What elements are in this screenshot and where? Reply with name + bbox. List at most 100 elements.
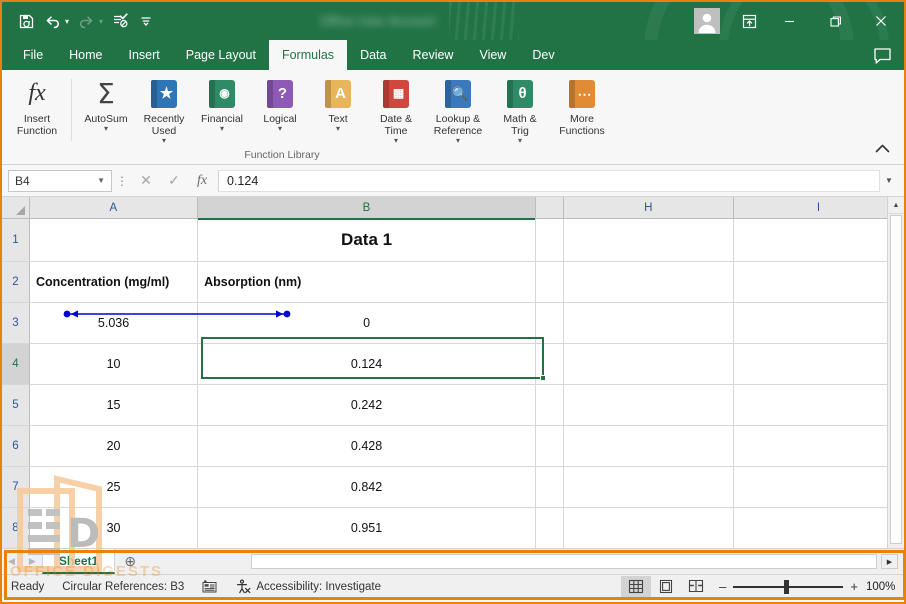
redo-icon[interactable] <box>74 8 98 34</box>
vertical-scrollbar-thumb[interactable] <box>890 215 902 544</box>
cell-a5[interactable]: 15 <box>30 385 199 425</box>
row-header-4[interactable]: 4 <box>2 344 30 384</box>
zoom-slider-track[interactable] <box>733 579 844 594</box>
cell-c4[interactable] <box>536 344 564 384</box>
cell-a8[interactable]: 30 <box>30 508 199 548</box>
cell-i3[interactable] <box>734 303 904 343</box>
redo-dropdown-caret[interactable]: ▾ <box>99 17 106 26</box>
cell-b5[interactable]: 0.242 <box>198 385 537 425</box>
cell-c5[interactable] <box>536 385 564 425</box>
tab-developer[interactable]: Dev <box>519 40 555 70</box>
cancel-icon[interactable]: ✕ <box>132 170 160 192</box>
select-all-corner[interactable] <box>2 197 30 218</box>
tab-insert[interactable]: Insert <box>116 40 173 70</box>
column-header-h[interactable]: H <box>564 197 734 219</box>
math-trig-button[interactable]: θ Math & Trig ▾ <box>491 75 549 145</box>
cell-h1[interactable] <box>564 219 734 261</box>
cell-b8[interactable]: 0.951 <box>198 508 537 548</box>
cell-h7[interactable] <box>564 467 734 507</box>
chevron-down-icon[interactable]: ▾ <box>104 125 108 133</box>
tab-file[interactable]: File <box>10 40 56 70</box>
undo-dropdown-caret[interactable]: ▾ <box>65 17 72 26</box>
tab-formulas[interactable]: Formulas <box>268 40 348 70</box>
row-header-5[interactable]: 5 <box>2 385 30 425</box>
zoom-out-button[interactable]: – <box>719 579 726 594</box>
autosum-button[interactable]: Σ AutoSum ▾ <box>77 75 135 132</box>
save-icon[interactable] <box>14 8 38 34</box>
zoom-in-button[interactable]: + <box>850 579 858 594</box>
cell-b1[interactable]: Data 1 <box>198 219 537 261</box>
cell-b6[interactable]: 0.428 <box>198 426 537 466</box>
comments-icon[interactable] <box>860 40 904 70</box>
name-box[interactable]: B4 ▼ <box>8 169 112 192</box>
cell-h8[interactable] <box>564 508 734 548</box>
chevron-down-icon[interactable]: ▾ <box>220 125 224 133</box>
cell-i4[interactable] <box>734 344 904 384</box>
column-header-narrow[interactable] <box>536 197 564 219</box>
cell-h4[interactable] <box>564 344 734 384</box>
tab-page-layout[interactable]: Page Layout <box>173 40 269 70</box>
horizontal-scrollbar[interactable]: ▶ <box>145 549 904 574</box>
chevron-down-icon[interactable]: ▼ <box>97 176 105 185</box>
formula-input[interactable]: 0.124 <box>218 169 880 192</box>
insert-function-icon[interactable]: fx <box>188 170 216 192</box>
expand-formula-bar-icon[interactable]: ▼ <box>880 176 898 185</box>
view-page-break-button[interactable] <box>681 576 711 598</box>
logical-button[interactable]: ? Logical ▾ <box>251 75 309 133</box>
enter-icon[interactable]: ✓ <box>160 170 188 192</box>
text-button[interactable]: A Text ▾ <box>309 75 367 133</box>
row-header-6[interactable]: 6 <box>2 426 30 466</box>
zoom-level-label[interactable]: 100% <box>866 581 904 593</box>
previous-sheet-icon[interactable]: ◀ <box>8 556 15 567</box>
financial-button[interactable]: ◉ Financial ▾ <box>193 75 251 133</box>
cell-h3[interactable] <box>564 303 734 343</box>
cell-h6[interactable] <box>564 426 734 466</box>
cell-h5[interactable] <box>564 385 734 425</box>
cell-a6[interactable]: 20 <box>30 426 199 466</box>
cell-h2[interactable] <box>564 262 734 302</box>
insert-function-button[interactable]: fx Insert Function <box>8 75 66 137</box>
tab-review[interactable]: Review <box>399 40 466 70</box>
collapse-ribbon-icon[interactable] <box>875 142 890 156</box>
chevron-down-icon[interactable]: ▾ <box>278 125 282 133</box>
cell-c8[interactable] <box>536 508 564 548</box>
view-page-layout-button[interactable] <box>651 576 681 598</box>
chevron-down-icon[interactable]: ▾ <box>336 125 340 133</box>
row-header-7[interactable]: 7 <box>2 467 30 507</box>
cell-c2[interactable] <box>536 262 564 302</box>
cell-a4[interactable]: 10 <box>30 344 199 384</box>
next-sheet-icon[interactable]: ▶ <box>29 556 36 567</box>
cell-c3[interactable] <box>536 303 564 343</box>
row-header-2[interactable]: 2 <box>2 262 30 302</box>
tab-home[interactable]: Home <box>56 40 115 70</box>
tab-view[interactable]: View <box>466 40 519 70</box>
close-button[interactable] <box>858 2 904 40</box>
ribbon-display-options-icon[interactable] <box>732 2 766 40</box>
avatar[interactable] <box>694 8 720 34</box>
cell-a7[interactable]: 25 <box>30 467 199 507</box>
cell-i2[interactable] <box>734 262 904 302</box>
zoom-slider[interactable]: – + <box>711 579 866 594</box>
undo-icon[interactable] <box>40 8 64 34</box>
chevron-down-icon[interactable]: ▾ <box>162 137 166 145</box>
chevron-down-icon[interactable]: ▾ <box>394 137 398 145</box>
row-header-1[interactable]: 1 <box>2 219 30 261</box>
tab-data[interactable]: Data <box>347 40 399 70</box>
row-header-8[interactable]: 8 <box>2 508 30 548</box>
status-circular-references[interactable]: Circular References: B3 <box>53 581 193 593</box>
maximize-restore-button[interactable] <box>812 2 858 40</box>
column-header-a[interactable]: A <box>30 197 198 219</box>
more-functions-button[interactable]: ⋯ More Functions <box>549 75 615 137</box>
chevron-down-icon[interactable]: ▾ <box>518 137 522 145</box>
cell-c6[interactable] <box>536 426 564 466</box>
chevron-down-icon[interactable]: ▾ <box>456 137 460 145</box>
cell-i1[interactable] <box>734 219 904 261</box>
touch-mode-icon[interactable] <box>108 8 132 34</box>
column-header-b[interactable]: B <box>197 197 537 220</box>
cell-b2[interactable]: Absorption (nm) <box>198 262 537 302</box>
sheet-tab-sheet1[interactable]: Sheet1 <box>41 549 116 574</box>
column-header-i[interactable]: I <box>734 197 904 219</box>
cell-a3[interactable]: 5.036 <box>30 303 199 343</box>
cell-i5[interactable] <box>734 385 904 425</box>
cell-c1[interactable] <box>536 219 564 261</box>
